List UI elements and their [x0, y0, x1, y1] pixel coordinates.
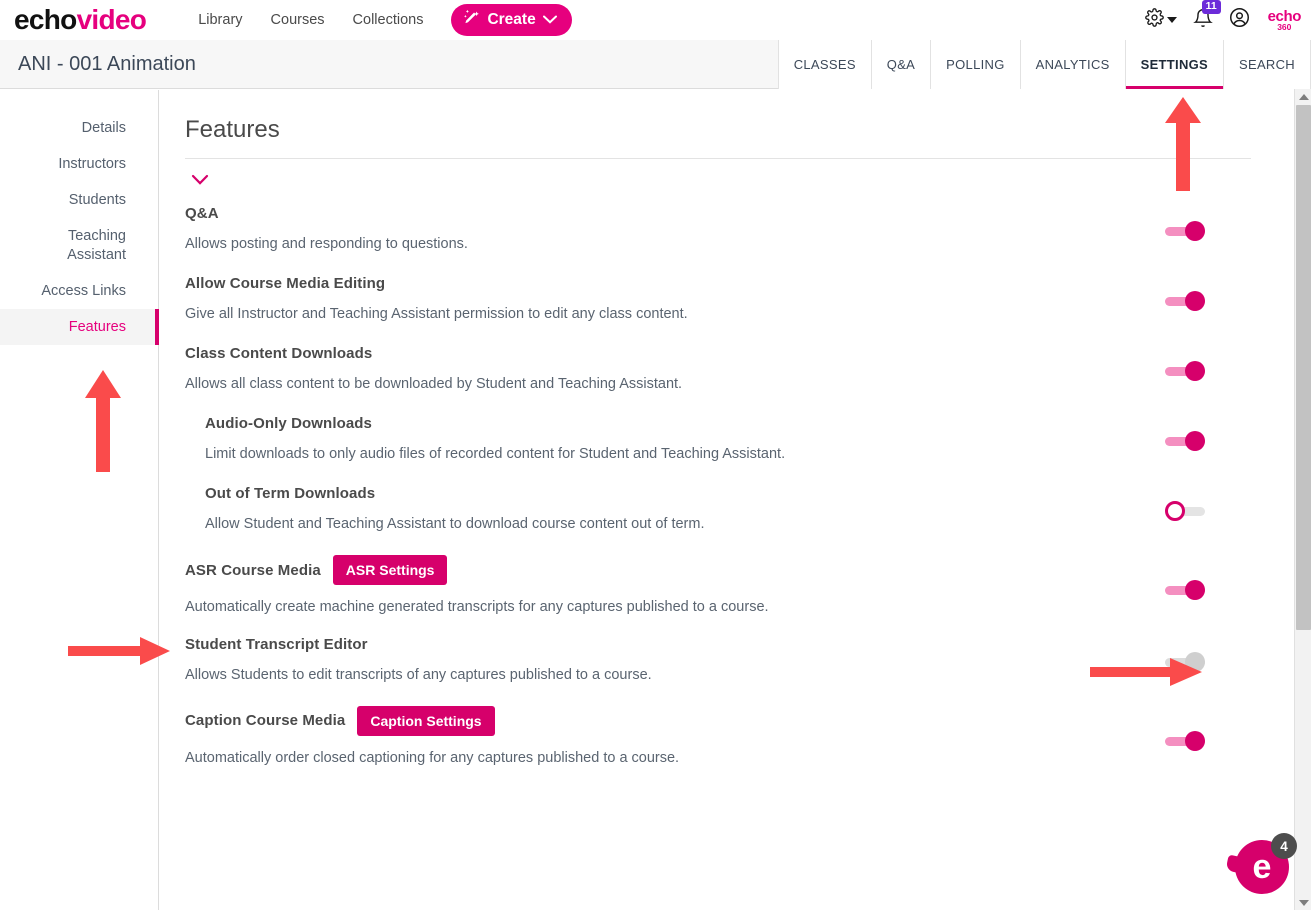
feature-header: Audio-Only Downloads: [205, 415, 1121, 432]
feature-title: Audio-Only Downloads: [205, 415, 372, 432]
account-button[interactable]: [1229, 7, 1250, 33]
tab-polling[interactable]: POLLING: [930, 39, 1020, 89]
feature-description: Allows posting and responding to questio…: [185, 236, 468, 252]
toggle-knob: [1185, 221, 1205, 241]
features-panel: Features Q&A Allows posting and respondi…: [160, 90, 1291, 910]
feature-description: Allows all class content to be downloade…: [185, 376, 683, 392]
scrollbar-down-button[interactable]: [1295, 895, 1311, 910]
tab-analytics[interactable]: ANALYTICS: [1019, 39, 1125, 89]
scrollbar-thumb[interactable]: [1296, 105, 1311, 630]
toggle-knob: [1165, 501, 1185, 521]
triangle-up-icon: [1298, 93, 1309, 100]
feature-title: Out of Term Downloads: [205, 485, 376, 502]
course-title: ANI - 001 Animation: [18, 52, 196, 75]
feature-title: Caption Course Media: [185, 712, 346, 730]
page-scrollbar[interactable]: [1294, 89, 1311, 910]
nav-link-library[interactable]: Library: [184, 6, 256, 34]
help-chat-bubble-button[interactable]: e 4: [1225, 833, 1297, 894]
chevron-down-icon: [542, 11, 557, 29]
feature-toggle-class-content-downloads[interactable]: [1165, 361, 1205, 381]
feature-row-allow-course-media-editing: Allow Course Media Editing Give all Inst…: [185, 275, 1251, 327]
feature-row-qanda: Q&A Allows posting and responding to que…: [185, 205, 1251, 257]
scrollbar-up-button[interactable]: [1295, 89, 1311, 104]
title-divider: [185, 158, 1251, 159]
gear-icon: [1144, 8, 1164, 32]
nav-link-courses[interactable]: Courses: [257, 6, 339, 34]
feature-description: Limit downloads to only audio files of r…: [205, 446, 786, 462]
create-button[interactable]: Create: [451, 4, 572, 36]
feature-toggle-audio-only-downloads[interactable]: [1165, 431, 1205, 451]
toggle-knob: [1185, 651, 1205, 672]
course-tab-bar: CLASSES Q&A POLLING ANALYTICS SETTINGS S…: [777, 39, 1311, 89]
feature-header: Allow Course Media Editing: [185, 275, 1121, 292]
sidebar-item-features[interactable]: Features: [0, 308, 159, 346]
feature-row-student-transcript-editor: Student Transcript Editor Allows Student…: [185, 636, 1251, 688]
feature-header: Q&A: [185, 205, 1121, 222]
notifications-button[interactable]: 11: [1192, 0, 1221, 33]
help-unread-badge: 4: [1271, 833, 1297, 859]
triangle-down-icon: [1298, 899, 1309, 906]
toggle-knob: [1185, 730, 1205, 751]
page-title: Features: [185, 116, 280, 143]
sidebar-item-access-links[interactable]: Access Links: [0, 273, 158, 309]
toggle-knob: [1185, 361, 1205, 381]
tab-classes[interactable]: CLASSES: [777, 39, 871, 89]
feature-header: Out of Term Downloads: [205, 485, 1121, 502]
feature-toggle-student-transcript-editor: [1165, 651, 1205, 672]
feature-row-class-content-downloads: Class Content Downloads Allows all class…: [185, 345, 1251, 397]
caption-settings-button[interactable]: Caption Settings: [357, 705, 495, 736]
feature-row-out-of-term-downloads: Out of Term Downloads Allow Student and …: [185, 485, 1251, 537]
create-button-label: Create: [487, 11, 536, 28]
feature-title: Class Content Downloads: [185, 345, 373, 362]
notification-count-badge: 11: [1201, 0, 1221, 15]
feature-row-caption-course-media: Caption Course Media Caption Settings Au…: [185, 705, 1251, 769]
course-header-bar: ANI - 001 Animation CLASSES Q&A POLLING …: [0, 39, 1311, 89]
toggle-knob: [1185, 580, 1205, 600]
feature-header: Caption Course Media Caption Settings: [185, 705, 1121, 736]
feature-title: ASR Course Media: [185, 561, 321, 579]
sidebar-item-teaching-assistant[interactable]: Teaching Assistant: [38, 218, 158, 272]
feature-row-audio-only-downloads: Audio-Only Downloads Limit downloads to …: [185, 415, 1251, 467]
feature-description: Allows Students to edit transcripts of a…: [185, 666, 652, 683]
feature-header: ASR Course Media ASR Settings: [185, 555, 1121, 585]
top-navigation-bar: echovideo Library Courses Collections Cr…: [0, 0, 1311, 40]
settings-sidebar: Details Instructors Students Teaching As…: [0, 90, 159, 910]
feature-toggle-out-of-term-downloads[interactable]: [1165, 501, 1205, 521]
feature-toggle-asr-course-media[interactable]: [1165, 580, 1205, 600]
asr-settings-button[interactable]: ASR Settings: [332, 555, 448, 585]
echo360-brand-mark[interactable]: echo 360: [1268, 9, 1302, 32]
toggle-knob: [1185, 431, 1205, 451]
feature-header: Class Content Downloads: [185, 345, 1121, 362]
tab-search[interactable]: SEARCH: [1223, 39, 1311, 89]
feature-toggle-allow-course-media-editing[interactable]: [1165, 291, 1205, 311]
feature-toggle-qanda[interactable]: [1165, 221, 1205, 241]
feature-description: Automatically order closed captioning fo…: [185, 749, 680, 766]
logo-echo-text: echo: [14, 4, 77, 35]
sidebar-item-details[interactable]: Details: [0, 110, 158, 146]
toggle-knob: [1185, 291, 1205, 311]
echovideo-logo[interactable]: echovideo: [14, 4, 147, 35]
tab-qanda[interactable]: Q&A: [870, 39, 931, 89]
sidebar-item-students[interactable]: Students: [0, 182, 158, 218]
nav-right-icons: 11 echo 360: [1144, 0, 1302, 33]
feature-title: Student Transcript Editor: [185, 635, 368, 653]
primary-nav-links: Library Courses Collections: [184, 6, 437, 34]
feature-description: Give all Instructor and Teaching Assista…: [185, 306, 688, 322]
feature-description: Automatically create machine generated t…: [185, 599, 769, 615]
tab-settings[interactable]: SETTINGS: [1124, 39, 1224, 89]
magic-wand-icon: [463, 9, 480, 31]
user-account-icon: [1229, 7, 1250, 33]
feature-description: Allow Student and Teaching Assistant to …: [205, 516, 705, 532]
feature-row-asr-course-media: ASR Course Media ASR Settings Automatica…: [185, 555, 1251, 618]
nav-link-collections[interactable]: Collections: [339, 6, 438, 34]
feature-title: Q&A: [185, 205, 219, 222]
settings-gear-button[interactable]: [1144, 8, 1177, 32]
feature-toggle-caption-course-media[interactable]: [1165, 730, 1205, 751]
sidebar-item-instructors[interactable]: Instructors: [0, 146, 158, 182]
feature-title: Allow Course Media Editing: [185, 275, 386, 292]
section-collapse-chevron-icon[interactable]: [190, 173, 210, 187]
logo-video-text: video: [76, 4, 147, 35]
gear-dropdown-caret-icon: [1166, 17, 1177, 23]
feature-header: Student Transcript Editor: [185, 636, 1121, 653]
